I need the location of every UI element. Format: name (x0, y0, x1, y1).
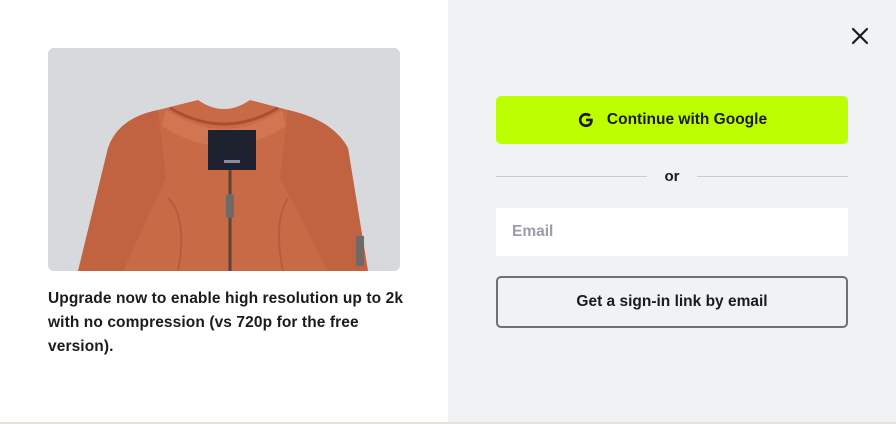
jacket-product-image (48, 48, 400, 271)
close-icon (851, 27, 869, 45)
upgrade-description: Upgrade now to enable high resolution up… (48, 290, 404, 355)
sign-in-link-label: Get a sign-in link by email (576, 293, 768, 310)
upgrade-panel: Upgrade now to enable high resolution up… (0, 0, 448, 424)
close-button[interactable] (850, 26, 870, 46)
divider-line-right (697, 175, 848, 177)
get-sign-in-link-button[interactable]: Get a sign-in link by email (496, 276, 848, 328)
google-button-label: Continue with Google (606, 111, 768, 128)
continue-with-google-button[interactable]: Continue with Google (496, 96, 848, 144)
email-input[interactable] (496, 208, 848, 256)
divider-line-left (496, 175, 647, 177)
sign-in-panel: Continue with Google or Get a sign-in li… (448, 0, 896, 424)
google-icon (578, 112, 593, 128)
or-divider: or (496, 164, 848, 188)
divider-text: or (664, 167, 680, 185)
sign-in-modal: Upgrade now to enable high resolution up… (0, 0, 896, 424)
jacket-illustration (48, 48, 400, 271)
